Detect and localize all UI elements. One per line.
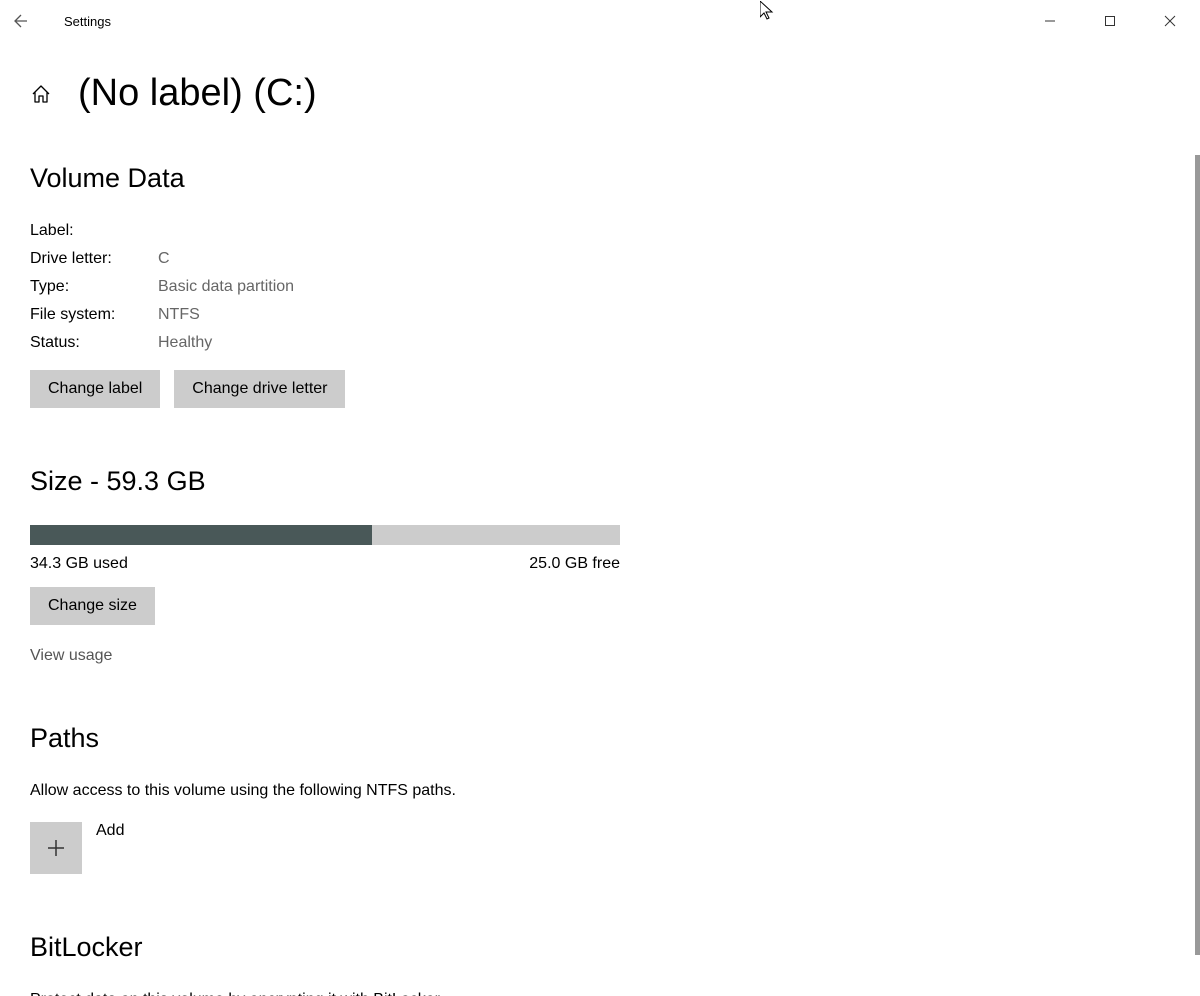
home-icon — [30, 83, 52, 105]
size-section: Size - 59.3 GB 34.3 GB used 25.0 GB free… — [30, 466, 1170, 665]
change-drive-letter-button[interactable]: Change drive letter — [174, 370, 345, 408]
close-button[interactable] — [1140, 0, 1200, 42]
arrow-left-icon — [13, 13, 29, 29]
add-path-label: Add — [96, 822, 124, 840]
status-key: Status: — [30, 334, 158, 352]
page-title: (No label) (C:) — [78, 72, 317, 115]
type-value: Basic data partition — [158, 278, 294, 296]
home-button[interactable] — [30, 83, 52, 105]
change-label-button[interactable]: Change label — [30, 370, 160, 408]
paths-heading: Paths — [30, 723, 1170, 754]
size-heading: Size - 59.3 GB — [30, 466, 1170, 497]
add-path-row: Add — [30, 822, 1170, 874]
maximize-icon — [1104, 15, 1116, 27]
row-file-system: File system: NTFS — [30, 306, 1170, 324]
row-drive-letter: Drive letter: C — [30, 250, 1170, 268]
file-system-key: File system: — [30, 306, 158, 324]
scrollbar-thumb[interactable] — [1195, 155, 1200, 955]
close-icon — [1164, 15, 1176, 27]
minimize-button[interactable] — [1020, 0, 1080, 42]
volume-data-table: Label: Drive letter: C Type: Basic data … — [30, 222, 1170, 352]
minimize-icon — [1044, 15, 1056, 27]
volume-data-heading: Volume Data — [30, 163, 1170, 194]
back-button[interactable] — [0, 0, 42, 42]
volume-data-section: Volume Data Label: Drive letter: C Type:… — [30, 163, 1170, 408]
drive-letter-value: C — [158, 250, 170, 268]
bitlocker-heading: BitLocker — [30, 932, 1170, 963]
drive-letter-key: Drive letter: — [30, 250, 158, 268]
size-used-label: 34.3 GB used — [30, 555, 128, 573]
titlebar: Settings — [0, 0, 1200, 42]
window-controls — [1020, 0, 1200, 42]
row-label: Label: — [30, 222, 1170, 240]
size-progress-fill — [30, 525, 372, 545]
size-free-label: 25.0 GB free — [529, 555, 620, 573]
volume-data-buttons: Change label Change drive letter — [30, 370, 1170, 408]
change-size-button[interactable]: Change size — [30, 587, 155, 625]
status-value: Healthy — [158, 334, 212, 352]
size-labels: 34.3 GB used 25.0 GB free — [30, 555, 620, 573]
paths-section: Paths Allow access to this volume using … — [30, 723, 1170, 874]
maximize-button[interactable] — [1080, 0, 1140, 42]
label-key: Label: — [30, 222, 158, 240]
plus-icon — [45, 837, 67, 859]
row-status: Status: Healthy — [30, 334, 1170, 352]
size-progress-bar — [30, 525, 620, 545]
content-area: (No label) (C:) Volume Data Label: Drive… — [0, 42, 1200, 996]
window-title: Settings — [64, 14, 111, 29]
paths-description: Allow access to this volume using the fo… — [30, 782, 1170, 800]
view-usage-link[interactable]: View usage — [30, 647, 112, 665]
type-key: Type: — [30, 278, 158, 296]
add-path-button[interactable] — [30, 822, 82, 874]
file-system-value: NTFS — [158, 306, 200, 324]
row-type: Type: Basic data partition — [30, 278, 1170, 296]
bitlocker-section: BitLocker Protect data on this volume by… — [30, 932, 1170, 996]
bitlocker-description: Protect data on this volume by encryptin… — [30, 991, 1170, 996]
page-header: (No label) (C:) — [30, 72, 1170, 115]
